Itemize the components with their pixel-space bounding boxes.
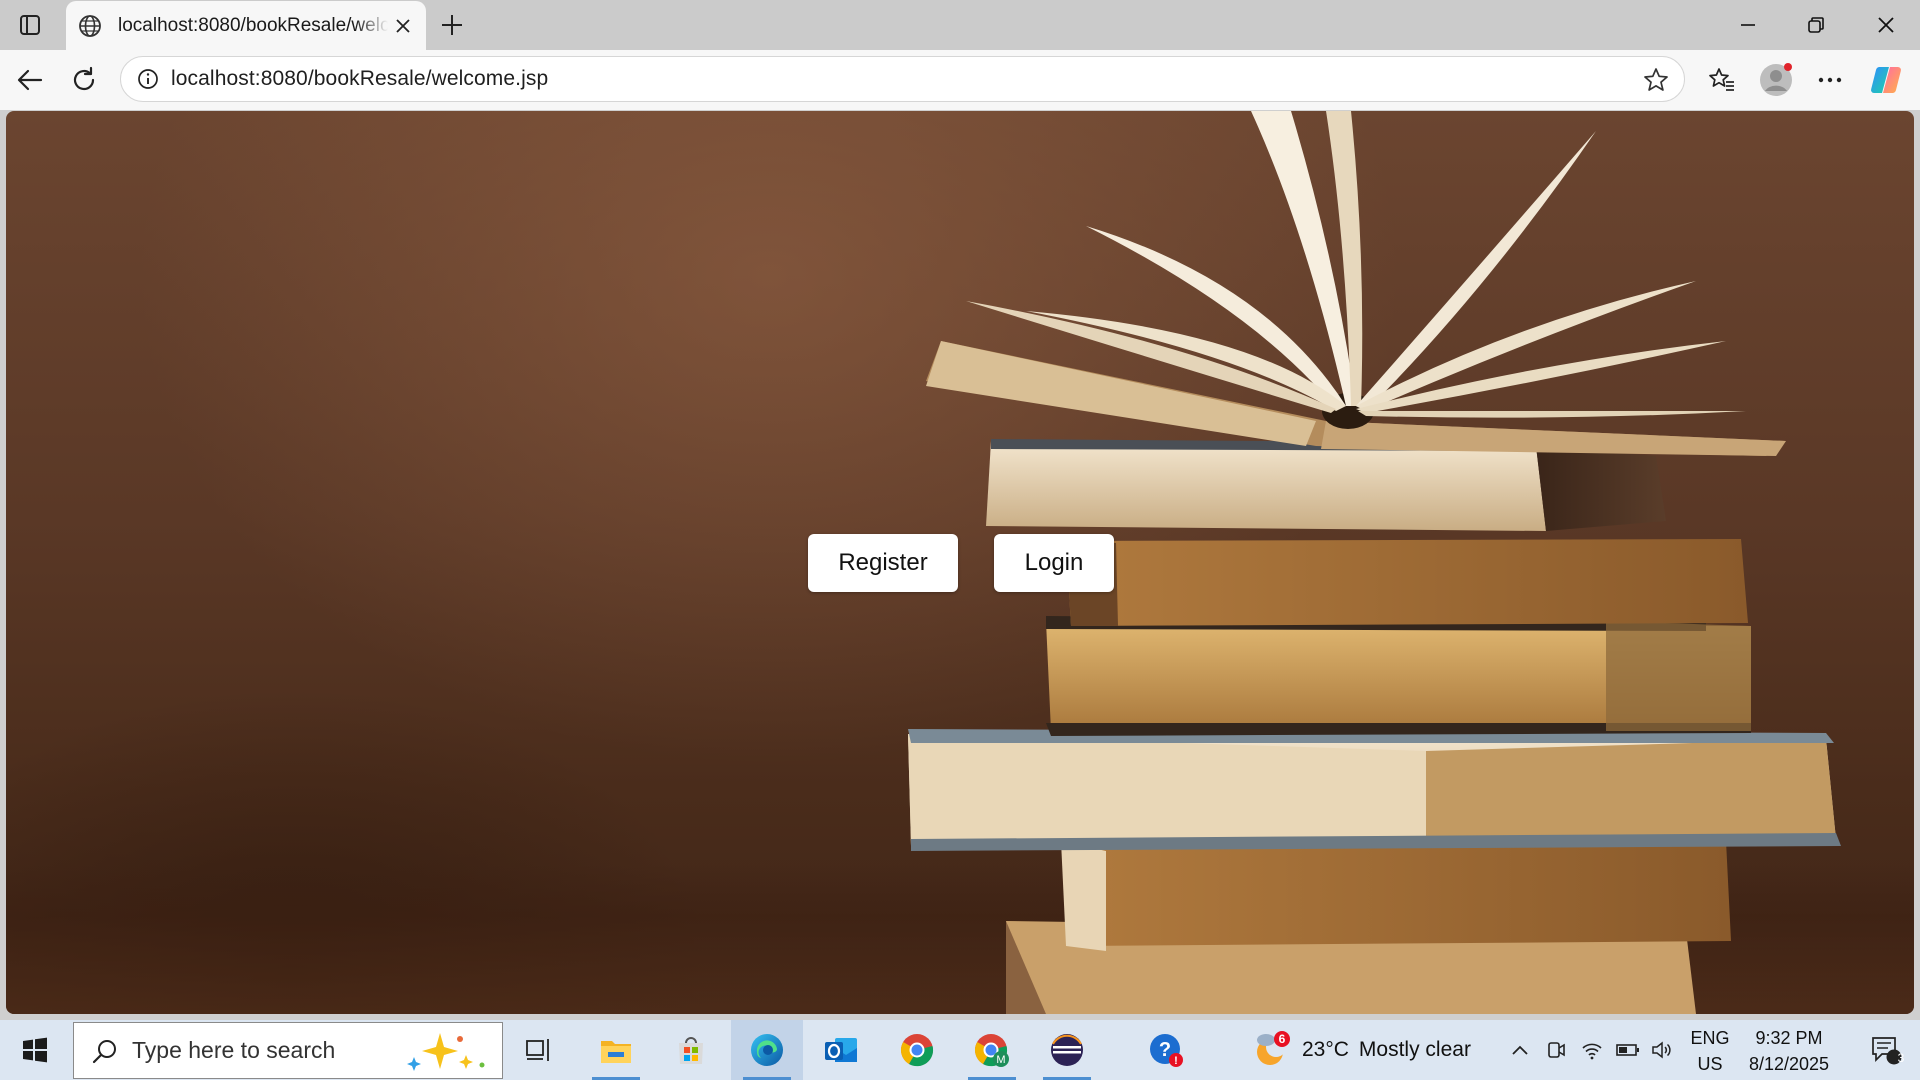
search-icon: [88, 1034, 122, 1068]
close-tab-icon[interactable]: [392, 15, 414, 37]
svg-text:!: !: [1174, 1055, 1178, 1067]
browser-toolbar: localhost:8080/bookResale/welcome.jsp: [0, 50, 1920, 110]
back-button[interactable]: [12, 62, 48, 98]
weather-temperature: 23°C: [1302, 1038, 1349, 1061]
windows-logo-icon: [23, 1037, 47, 1063]
language-region: US: [1697, 1054, 1723, 1074]
svg-text:?: ?: [1159, 1039, 1171, 1061]
wifi-icon[interactable]: [1576, 1020, 1608, 1080]
input-language-indicator[interactable]: ENG US: [1684, 1025, 1736, 1077]
notification-center-button[interactable]: 3: [1852, 1020, 1920, 1080]
favorites-icon[interactable]: [1704, 62, 1740, 98]
volume-icon[interactable]: [1646, 1020, 1678, 1080]
edge-icon[interactable]: [731, 1020, 803, 1080]
globe-icon: [78, 13, 104, 39]
copilot-icon[interactable]: [1868, 62, 1904, 98]
close-window-button[interactable]: [1852, 0, 1920, 50]
help-icon[interactable]: ?!: [1130, 1020, 1202, 1080]
restore-button[interactable]: [1782, 0, 1850, 50]
page-viewport: Register Login: [6, 111, 1914, 1014]
minimize-button[interactable]: [1714, 0, 1782, 50]
register-button[interactable]: Register: [808, 534, 958, 592]
weather-widget[interactable]: 6 23°C Mostly clear: [1252, 1020, 1471, 1080]
start-button[interactable]: [0, 1020, 70, 1080]
search-highlight-sparkle-icon: [407, 1033, 485, 1071]
meet-now-icon[interactable]: [1540, 1020, 1572, 1080]
weather-condition: Mostly clear: [1358, 1038, 1471, 1061]
microsoft-store-icon[interactable]: [655, 1020, 727, 1080]
weather-badge: 6: [1278, 1032, 1286, 1046]
tab-actions-icon[interactable]: [10, 8, 50, 42]
favorite-star-icon[interactable]: [1642, 66, 1670, 94]
chrome-profile-icon[interactable]: M: [956, 1020, 1028, 1080]
clock-date: 8/12/2025: [1748, 1054, 1830, 1074]
taskbar-search-box[interactable]: Type here to search: [73, 1022, 503, 1079]
address-bar[interactable]: localhost:8080/bookResale/welcome.jsp: [120, 56, 1685, 102]
battery-icon[interactable]: [1612, 1020, 1644, 1080]
task-view-icon[interactable]: [503, 1020, 575, 1080]
browser-tab-active[interactable]: localhost:8080/bookResale/welcome.jsp: [66, 1, 426, 51]
taskbar-clock[interactable]: 9:32 PM 8/12/2025: [1736, 1025, 1842, 1077]
login-button[interactable]: Login: [994, 534, 1114, 592]
url-text: localhost:8080/bookResale/welcome.jsp: [171, 67, 549, 90]
windows-taskbar: Type here to search M ? ! 6 23°C Mostly …: [0, 1020, 1920, 1080]
site-info-icon[interactable]: [133, 64, 163, 94]
language-code: ENG: [1690, 1028, 1730, 1048]
notification-count: 3: [1897, 1051, 1905, 1065]
search-placeholder: Type here to search: [132, 1037, 336, 1063]
svg-text:M: M: [996, 1054, 1005, 1066]
browser-tab-bar: localhost:8080/bookResale/welcome.jsp: [0, 0, 1920, 51]
eclipse-icon[interactable]: [1031, 1020, 1103, 1080]
book-stack-image: [908, 111, 1841, 1014]
chrome-icon[interactable]: [881, 1020, 953, 1080]
profile-avatar[interactable]: [1758, 62, 1794, 98]
outlook-icon[interactable]: [805, 1020, 877, 1080]
new-tab-button[interactable]: [437, 10, 467, 40]
more-options-icon[interactable]: [1812, 62, 1848, 98]
clock-time: 9:32 PM: [1755, 1028, 1823, 1048]
tab-title: localhost:8080/bookResale/welcome.jsp: [118, 15, 388, 36]
refresh-button[interactable]: [66, 62, 102, 98]
show-hidden-icons-chevron-icon[interactable]: [1504, 1020, 1536, 1080]
file-explorer-icon[interactable]: [580, 1020, 652, 1080]
